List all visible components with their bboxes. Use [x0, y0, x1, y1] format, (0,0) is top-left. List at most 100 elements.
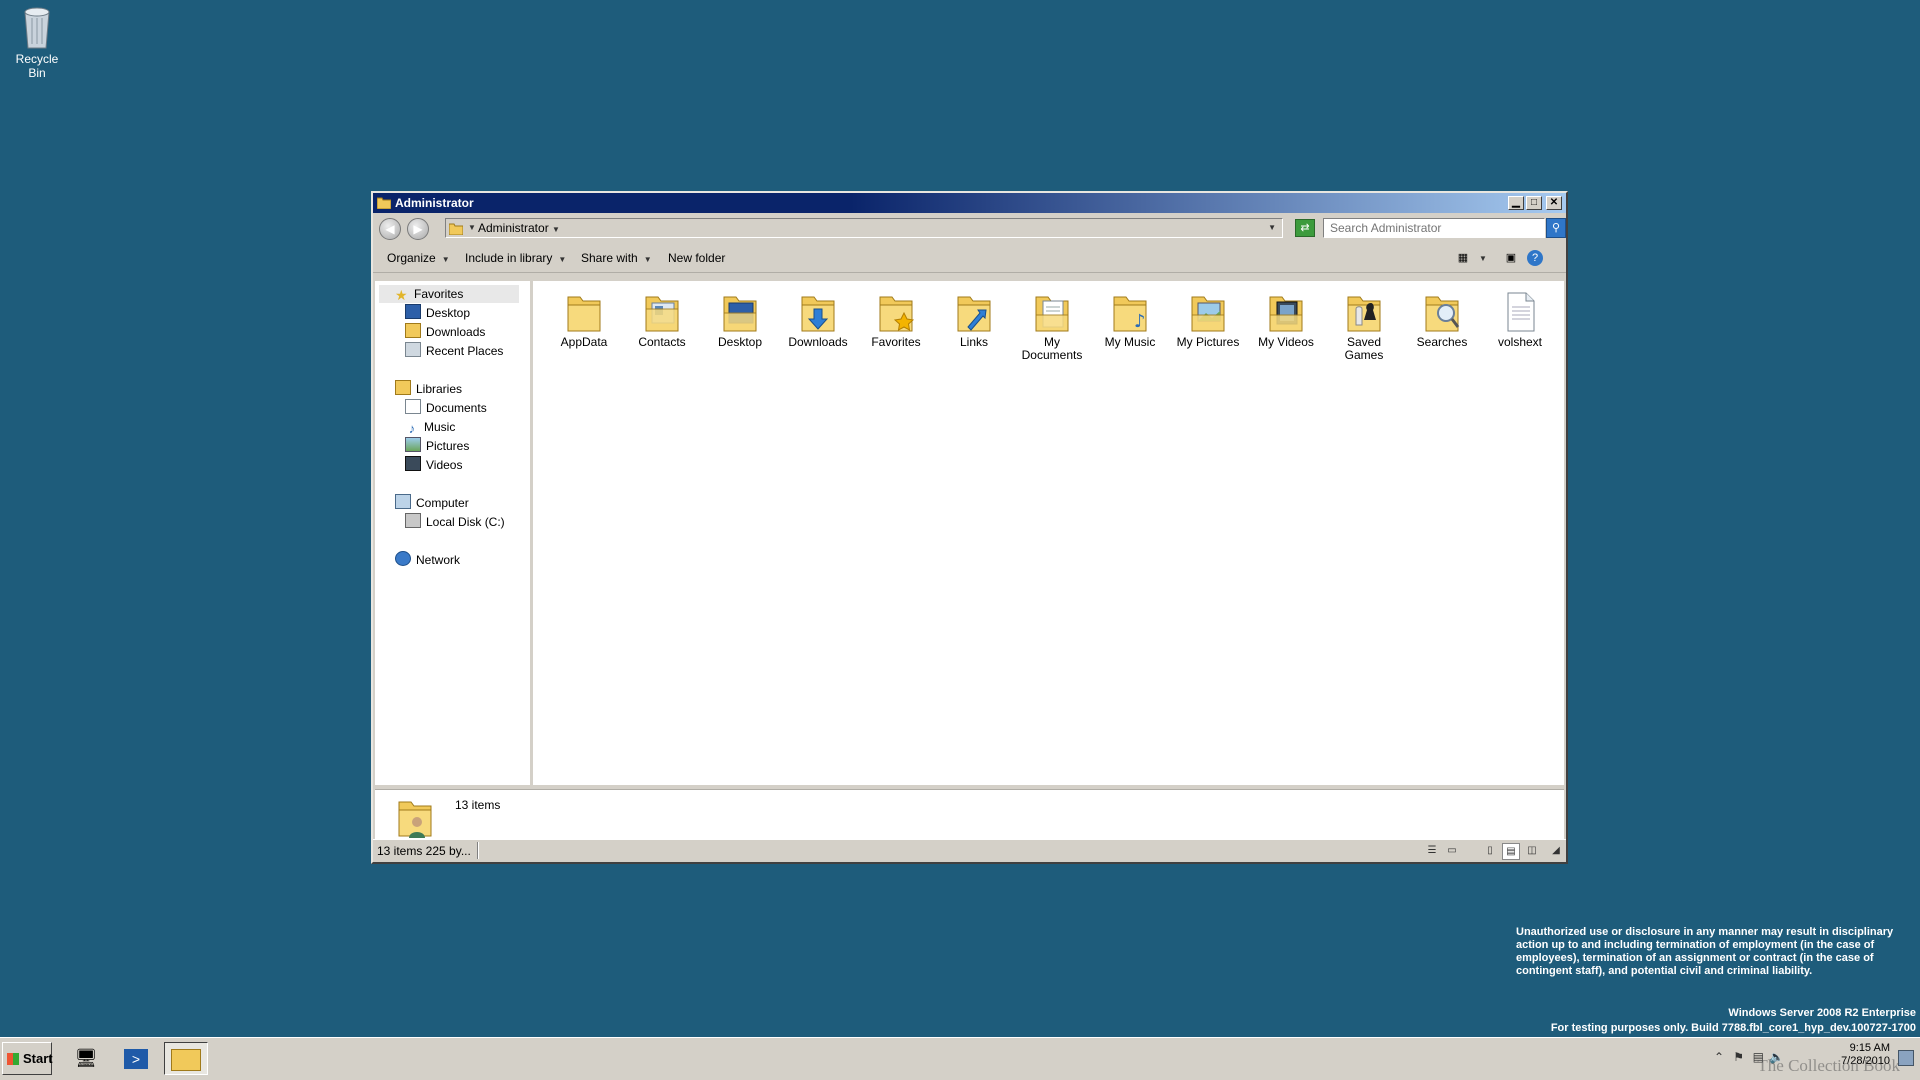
- search-button[interactable]: ⚲: [1546, 218, 1566, 238]
- layout-details-icon[interactable]: ▤: [1502, 843, 1520, 860]
- recycle-bin-icon: [24, 7, 50, 49]
- computer-icon: [395, 494, 411, 509]
- recent-places-icon: [405, 342, 421, 357]
- taskbar: Start 🖥 > ⌃ ⚑ ▤ 🔈 9:15 AM 7/28/2010: [0, 1037, 1920, 1080]
- folder-item-desktop[interactable]: Desktop: [705, 289, 775, 349]
- file-item-volshext[interactable]: volshext: [1485, 289, 1555, 349]
- folder-item-saved-games[interactable]: Saved Games: [1329, 289, 1399, 362]
- close-button[interactable]: ✕: [1546, 196, 1562, 210]
- downloads-folder-icon: [801, 296, 835, 332]
- start-button[interactable]: Start: [2, 1042, 53, 1075]
- nav-local-disk[interactable]: Local Disk (C:): [405, 513, 505, 531]
- file-list[interactable]: AppData Contacts Desktop Downloads Favor…: [533, 281, 1564, 785]
- title-bar[interactable]: Administrator ▁ □ ✕: [373, 193, 1566, 213]
- minimize-button[interactable]: ▁: [1508, 196, 1524, 210]
- nav-network[interactable]: Network: [395, 551, 460, 569]
- new-folder-button[interactable]: New folder: [668, 251, 725, 265]
- share-with-menu[interactable]: Share with ▼: [581, 251, 652, 265]
- folder-item-my-pictures[interactable]: My Pictures: [1173, 289, 1243, 349]
- folder-item-links[interactable]: Links: [939, 289, 1009, 349]
- layout-preview-icon[interactable]: ◫: [1524, 843, 1540, 858]
- large-icons-view-icon[interactable]: ▭: [1444, 843, 1460, 858]
- layout-left-icon[interactable]: ▯: [1482, 843, 1498, 858]
- nav-music[interactable]: ♪ Music: [405, 418, 456, 436]
- forward-button[interactable]: ▶: [407, 218, 429, 240]
- windows-flag-icon: [7, 1053, 19, 1065]
- view-options-dropdown[interactable]: ▼: [1475, 250, 1491, 266]
- address-bar[interactable]: ▼ Administrator ▼ ▼: [445, 218, 1283, 238]
- nav-downloads-label: Downloads: [426, 325, 486, 339]
- navigation-pane: ★ Favorites Desktop Downloads Recent Plac…: [375, 281, 533, 785]
- change-view-button[interactable]: ▦: [1455, 250, 1471, 266]
- edition-text: Windows Server 2008 R2 Enterprise: [1728, 1007, 1916, 1019]
- show-hidden-icons-icon[interactable]: ⌃: [1714, 1050, 1724, 1064]
- folder-item-downloads[interactable]: Downloads: [783, 289, 853, 349]
- folder-item-label: Desktop: [717, 335, 763, 349]
- folder-item-favorites[interactable]: Favorites: [861, 289, 931, 349]
- chevron-down-icon: ▼: [643, 255, 652, 264]
- nav-downloads[interactable]: Downloads: [405, 323, 485, 341]
- organize-menu[interactable]: Organize ▼: [387, 251, 450, 265]
- nav-recent-places[interactable]: Recent Places: [405, 342, 503, 360]
- nav-favorites-label: Favorites: [414, 287, 464, 301]
- folder-item-my-documents[interactable]: My Documents: [1017, 289, 1087, 362]
- share-with-label: Share with: [581, 251, 638, 265]
- folder-item-label: Searches: [1416, 335, 1468, 349]
- os-edition: Windows Server 2008 R2 Enterprise For te…: [1551, 1006, 1916, 1036]
- nav-recent-places-label: Recent Places: [426, 344, 504, 358]
- folder-item-my-music[interactable]: ♪ My Music: [1095, 289, 1165, 349]
- videos-icon: [405, 456, 421, 471]
- folder-item-my-videos[interactable]: My Videos: [1251, 289, 1321, 349]
- favorites-folder-icon: [879, 296, 915, 332]
- music-icon: ♪: [408, 421, 416, 436]
- nav-documents[interactable]: Documents: [405, 399, 487, 417]
- explorer-taskbar-button[interactable]: [164, 1042, 208, 1075]
- address-history-dropdown[interactable]: ▼: [1268, 223, 1276, 232]
- details-view-icon[interactable]: ☰: [1424, 843, 1440, 858]
- nav-videos[interactable]: Videos: [405, 456, 462, 474]
- powershell-taskbar-button[interactable]: >: [114, 1042, 158, 1075]
- breadcrumb[interactable]: Administrator ▼: [478, 221, 560, 235]
- start-label: Start: [23, 1051, 53, 1066]
- address-row: ◀ ▶ ▼ Administrator ▼ ▼ ⇄ ⚲: [373, 213, 1566, 244]
- search-input[interactable]: [1323, 218, 1545, 238]
- svg-text:♪: ♪: [1134, 311, 1146, 332]
- back-button[interactable]: ◀: [379, 218, 401, 240]
- resize-grip-icon[interactable]: ◢: [1548, 843, 1564, 858]
- desktop-folder-icon: [723, 296, 757, 332]
- chevron-down-icon[interactable]: ▼: [468, 223, 476, 232]
- server-manager-taskbar-button[interactable]: 🖥: [64, 1042, 108, 1075]
- preview-pane-button[interactable]: ▣: [1503, 250, 1519, 266]
- hard-drive-icon: [405, 513, 421, 528]
- include-in-library-menu[interactable]: Include in library ▼: [465, 251, 566, 265]
- folder-item-searches[interactable]: Searches: [1407, 289, 1477, 349]
- nav-network-label: Network: [416, 553, 461, 567]
- folder-item-label: My Pictures: [1176, 335, 1240, 349]
- documents-icon: [405, 399, 421, 414]
- nav-pictures[interactable]: Pictures: [405, 437, 469, 455]
- folder-item-contacts[interactable]: Contacts: [627, 289, 697, 349]
- help-button[interactable]: ?: [1527, 250, 1543, 266]
- file-icon: [1507, 292, 1535, 332]
- powershell-icon: >: [124, 1049, 148, 1070]
- details-pane: 13 items: [375, 789, 1564, 841]
- nav-libraries[interactable]: Libraries: [395, 380, 462, 398]
- nav-computer[interactable]: Computer: [395, 494, 469, 512]
- folder-item-label: Saved Games: [1344, 335, 1384, 362]
- pictures-folder-icon: [1191, 296, 1225, 332]
- refresh-button[interactable]: ⇄: [1295, 219, 1315, 237]
- explorer-window: Administrator ▁ □ ✕ ◀ ▶ ▼ Administrator …: [371, 191, 1568, 864]
- games-folder-icon: [1347, 296, 1381, 332]
- show-desktop-button[interactable]: [1898, 1050, 1914, 1066]
- status-divider: [477, 842, 479, 859]
- pictures-icon: [405, 437, 421, 452]
- status-text: 13 items 225 by...: [377, 844, 471, 858]
- recycle-bin[interactable]: Recycle Bin: [6, 6, 68, 80]
- status-bar: 13 items 225 by... ☰ ▭ ▯ ▤ ◫ ◢: [373, 839, 1566, 862]
- nav-libraries-label: Libraries: [416, 382, 463, 396]
- action-center-icon[interactable]: ⚑: [1733, 1050, 1744, 1064]
- nav-favorites[interactable]: ★ Favorites: [379, 285, 519, 303]
- nav-desktop[interactable]: Desktop: [405, 304, 470, 322]
- folder-item-appdata[interactable]: AppData: [549, 289, 619, 349]
- maximize-button[interactable]: □: [1526, 196, 1542, 210]
